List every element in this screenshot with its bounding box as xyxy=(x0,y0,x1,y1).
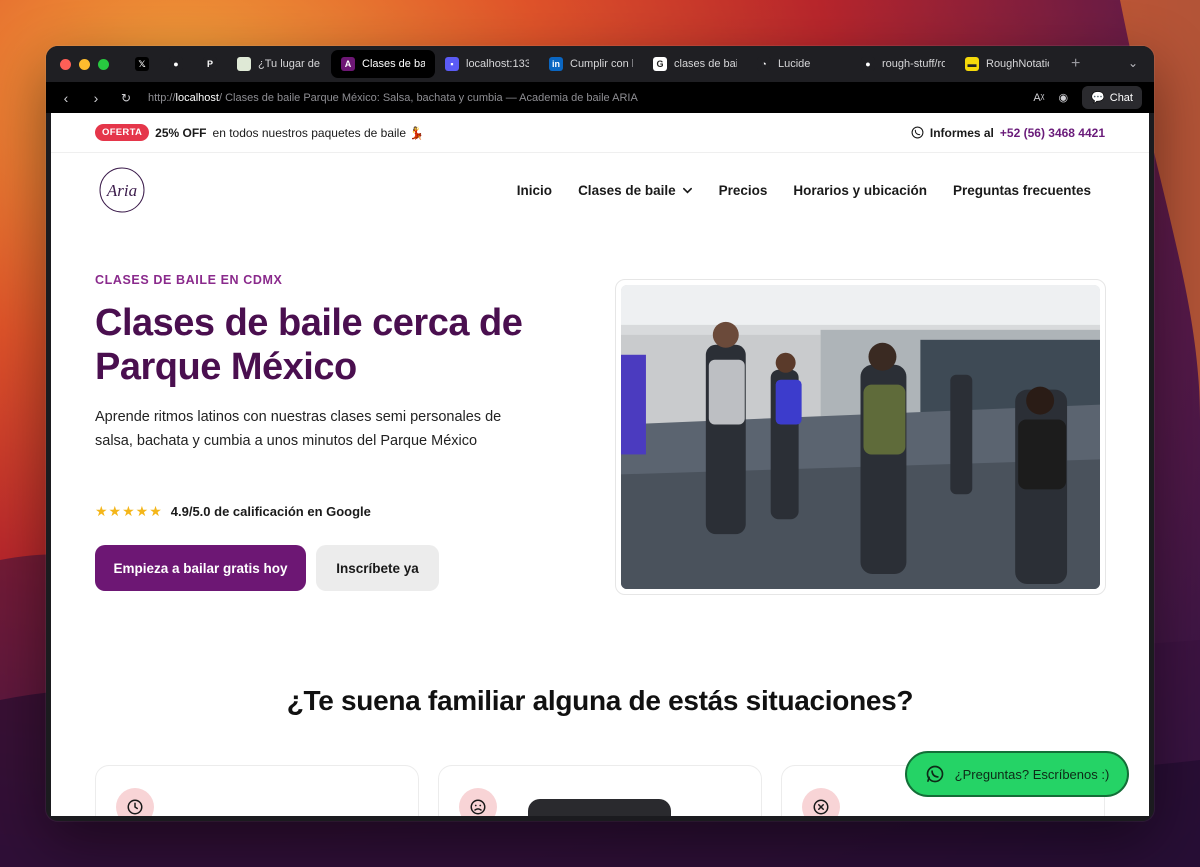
main-nav: Inicio Clases de baile Precios Horarios … xyxy=(517,183,1091,198)
whatsapp-chat-button[interactable]: ¿Preguntas? Escríbenos :) xyxy=(905,751,1129,797)
p-logo-icon: P xyxy=(203,57,217,71)
situations-title: ¿Te suena familiar alguna de estás situa… xyxy=(286,685,914,716)
browser-tab-label: ¿Tu lugar de t xyxy=(258,58,321,70)
tab-bar: 𝕏 ● P ¿Tu lugar de t A Clases de baile ▪ localh… xyxy=(46,46,1154,82)
linkedin-icon: in xyxy=(549,57,563,71)
start-free-button[interactable]: Empieza a bailar gratis hoy xyxy=(95,545,306,591)
offer-text: en todos nuestros paquetes de baile 💃 xyxy=(212,125,425,140)
nav-item-clases-label: Clases de baile xyxy=(578,182,676,198)
nav-item-precios[interactable]: Precios xyxy=(719,183,768,198)
hero-lead: Aprende ritmos latinos con nuestras clas… xyxy=(95,409,502,449)
tab-strip: 𝕏 ● P ¿Tu lugar de t A Clases de baile ▪ localh… xyxy=(125,46,1059,82)
whatsapp-icon xyxy=(926,765,944,783)
nav-item-preguntas[interactable]: Preguntas frecuentes xyxy=(953,183,1091,198)
x-logo-icon: 𝕏 xyxy=(135,57,149,71)
frown-icon xyxy=(459,788,497,816)
url-scheme: http:// xyxy=(148,91,176,104)
hero-section: CLASES DE BAILE EN CDMX Clases de baile … xyxy=(51,227,1149,647)
chat-button-label: Chat xyxy=(1109,91,1133,104)
github-icon: ● xyxy=(861,57,875,71)
localhost-icon: ▪ xyxy=(445,57,459,71)
google-rating: ★★★★★ 4.9/5.0 de calificación en Google xyxy=(95,503,371,520)
lucide-icon: ◔ xyxy=(757,57,771,71)
browser-tab-label: Lucide xyxy=(778,58,811,70)
google-icon: G xyxy=(653,57,667,71)
window-controls xyxy=(60,58,109,70)
back-arrow-icon[interactable]: ‹ xyxy=(58,90,74,106)
profile-icon[interactable]: ◉ xyxy=(1058,91,1068,104)
site-icon xyxy=(237,57,251,71)
site-header: Aria Inicio Clases de baile Precios Hora… xyxy=(51,153,1149,227)
browser-tab[interactable]: ¿Tu lugar de t xyxy=(227,50,331,78)
aria-logo[interactable]: Aria xyxy=(97,165,147,215)
aria-icon: A xyxy=(341,57,355,71)
browser-tab[interactable]: in Cumplir con la xyxy=(539,50,643,78)
browser-tab[interactable]: Gclases de baile xyxy=(643,50,747,78)
whatsapp-icon xyxy=(911,126,924,139)
clock-icon xyxy=(116,788,154,816)
browser-tab[interactable]: ▪ localhost:1337 xyxy=(435,50,539,78)
x-circle-icon xyxy=(802,788,840,816)
browser-tab[interactable]: ▬ RoughNotation xyxy=(955,50,1059,78)
forward-arrow-icon[interactable]: › xyxy=(88,90,104,106)
close-window-button[interactable] xyxy=(60,58,71,70)
browser-tab-label: RoughNotation xyxy=(986,58,1049,70)
situation-card xyxy=(95,765,419,816)
offer-discount: 25% OFF xyxy=(155,125,207,140)
whatsapp-button-label: ¿Preguntas? Escríbenos :) xyxy=(954,766,1110,782)
browser-tab[interactable]: A Clases de baile xyxy=(331,50,435,78)
offer-badge: OFERTA xyxy=(95,124,150,141)
nav-item-inicio[interactable]: Inicio xyxy=(517,183,552,198)
logo-text: Aria xyxy=(106,181,137,200)
hero-title: Clases de baile cerca de Parque México xyxy=(95,302,523,388)
browser-tab-label: localhost:1337 xyxy=(466,58,529,70)
rating-text: 4.9/5.0 de calificación en Google xyxy=(170,504,371,519)
browser-tab[interactable]: ◔ Lucide xyxy=(747,50,851,78)
rough-notation-icon: ▬ xyxy=(965,57,979,71)
promo-bar: OFERTA 25% OFF en todos nuestros paquete… xyxy=(51,113,1149,153)
translate-icon[interactable]: Aᵡ xyxy=(1033,92,1044,104)
url-host: localhost xyxy=(175,91,219,104)
browser-tab-label: Cumplir con la xyxy=(570,58,633,70)
browser-tab[interactable]: 𝕏 xyxy=(125,50,159,78)
reload-icon[interactable]: ↻ xyxy=(118,91,134,105)
dev-toolbar[interactable] xyxy=(528,799,671,816)
browser-tab-label: rough-stuff/ro xyxy=(882,58,945,70)
tab-list-chevron-icon[interactable]: ⌄ xyxy=(1128,56,1138,70)
hero-photo-frame xyxy=(615,279,1106,595)
zoom-window-button[interactable] xyxy=(98,58,109,70)
hero-eyebrow: CLASES DE BAILE EN CDMX xyxy=(95,273,283,287)
browser-window: 𝕏 ● P ¿Tu lugar de t A Clases de baile ▪ localh… xyxy=(46,46,1154,821)
github-icon: ● xyxy=(169,57,183,71)
address-bar[interactable]: http:// localhost / Clases de baile Parq… xyxy=(148,92,1019,104)
star-rating-icon: ★★★★★ xyxy=(95,503,163,519)
web-page: OFERTA 25% OFF en todos nuestros paquete… xyxy=(51,113,1149,816)
browser-tab[interactable]: ● xyxy=(159,50,193,78)
nav-item-horarios[interactable]: Horarios y ubicación xyxy=(793,183,927,198)
minimize-window-button[interactable] xyxy=(79,58,90,70)
signup-button[interactable]: Inscríbete ya xyxy=(316,545,439,591)
browser-tab-label: clases de baile xyxy=(674,58,737,70)
chevron-down-icon xyxy=(682,187,692,194)
browser-tab[interactable]: ● rough-stuff/ro xyxy=(851,50,955,78)
chat-button[interactable]: 💬 Chat xyxy=(1082,86,1142,109)
browser-toolbar: ‹ › ↻ http:// localhost / Clases de bail… xyxy=(46,82,1154,113)
info-label: Informes al xyxy=(929,125,994,140)
new-tab-plus-icon[interactable]: + xyxy=(1071,55,1080,73)
browser-tab[interactable]: P xyxy=(193,50,227,78)
chat-bubble-icon: 💬 xyxy=(1091,92,1105,104)
nav-item-clases[interactable]: Clases de baile xyxy=(578,183,693,198)
url-page-title: / Clases de baile Parque México: Salsa, … xyxy=(218,91,638,104)
browser-tab-label: Clases de baile xyxy=(362,58,425,70)
phone-link[interactable]: +52 (56) 3468 4421 xyxy=(1000,126,1105,140)
dance-class-photo xyxy=(621,285,1100,589)
